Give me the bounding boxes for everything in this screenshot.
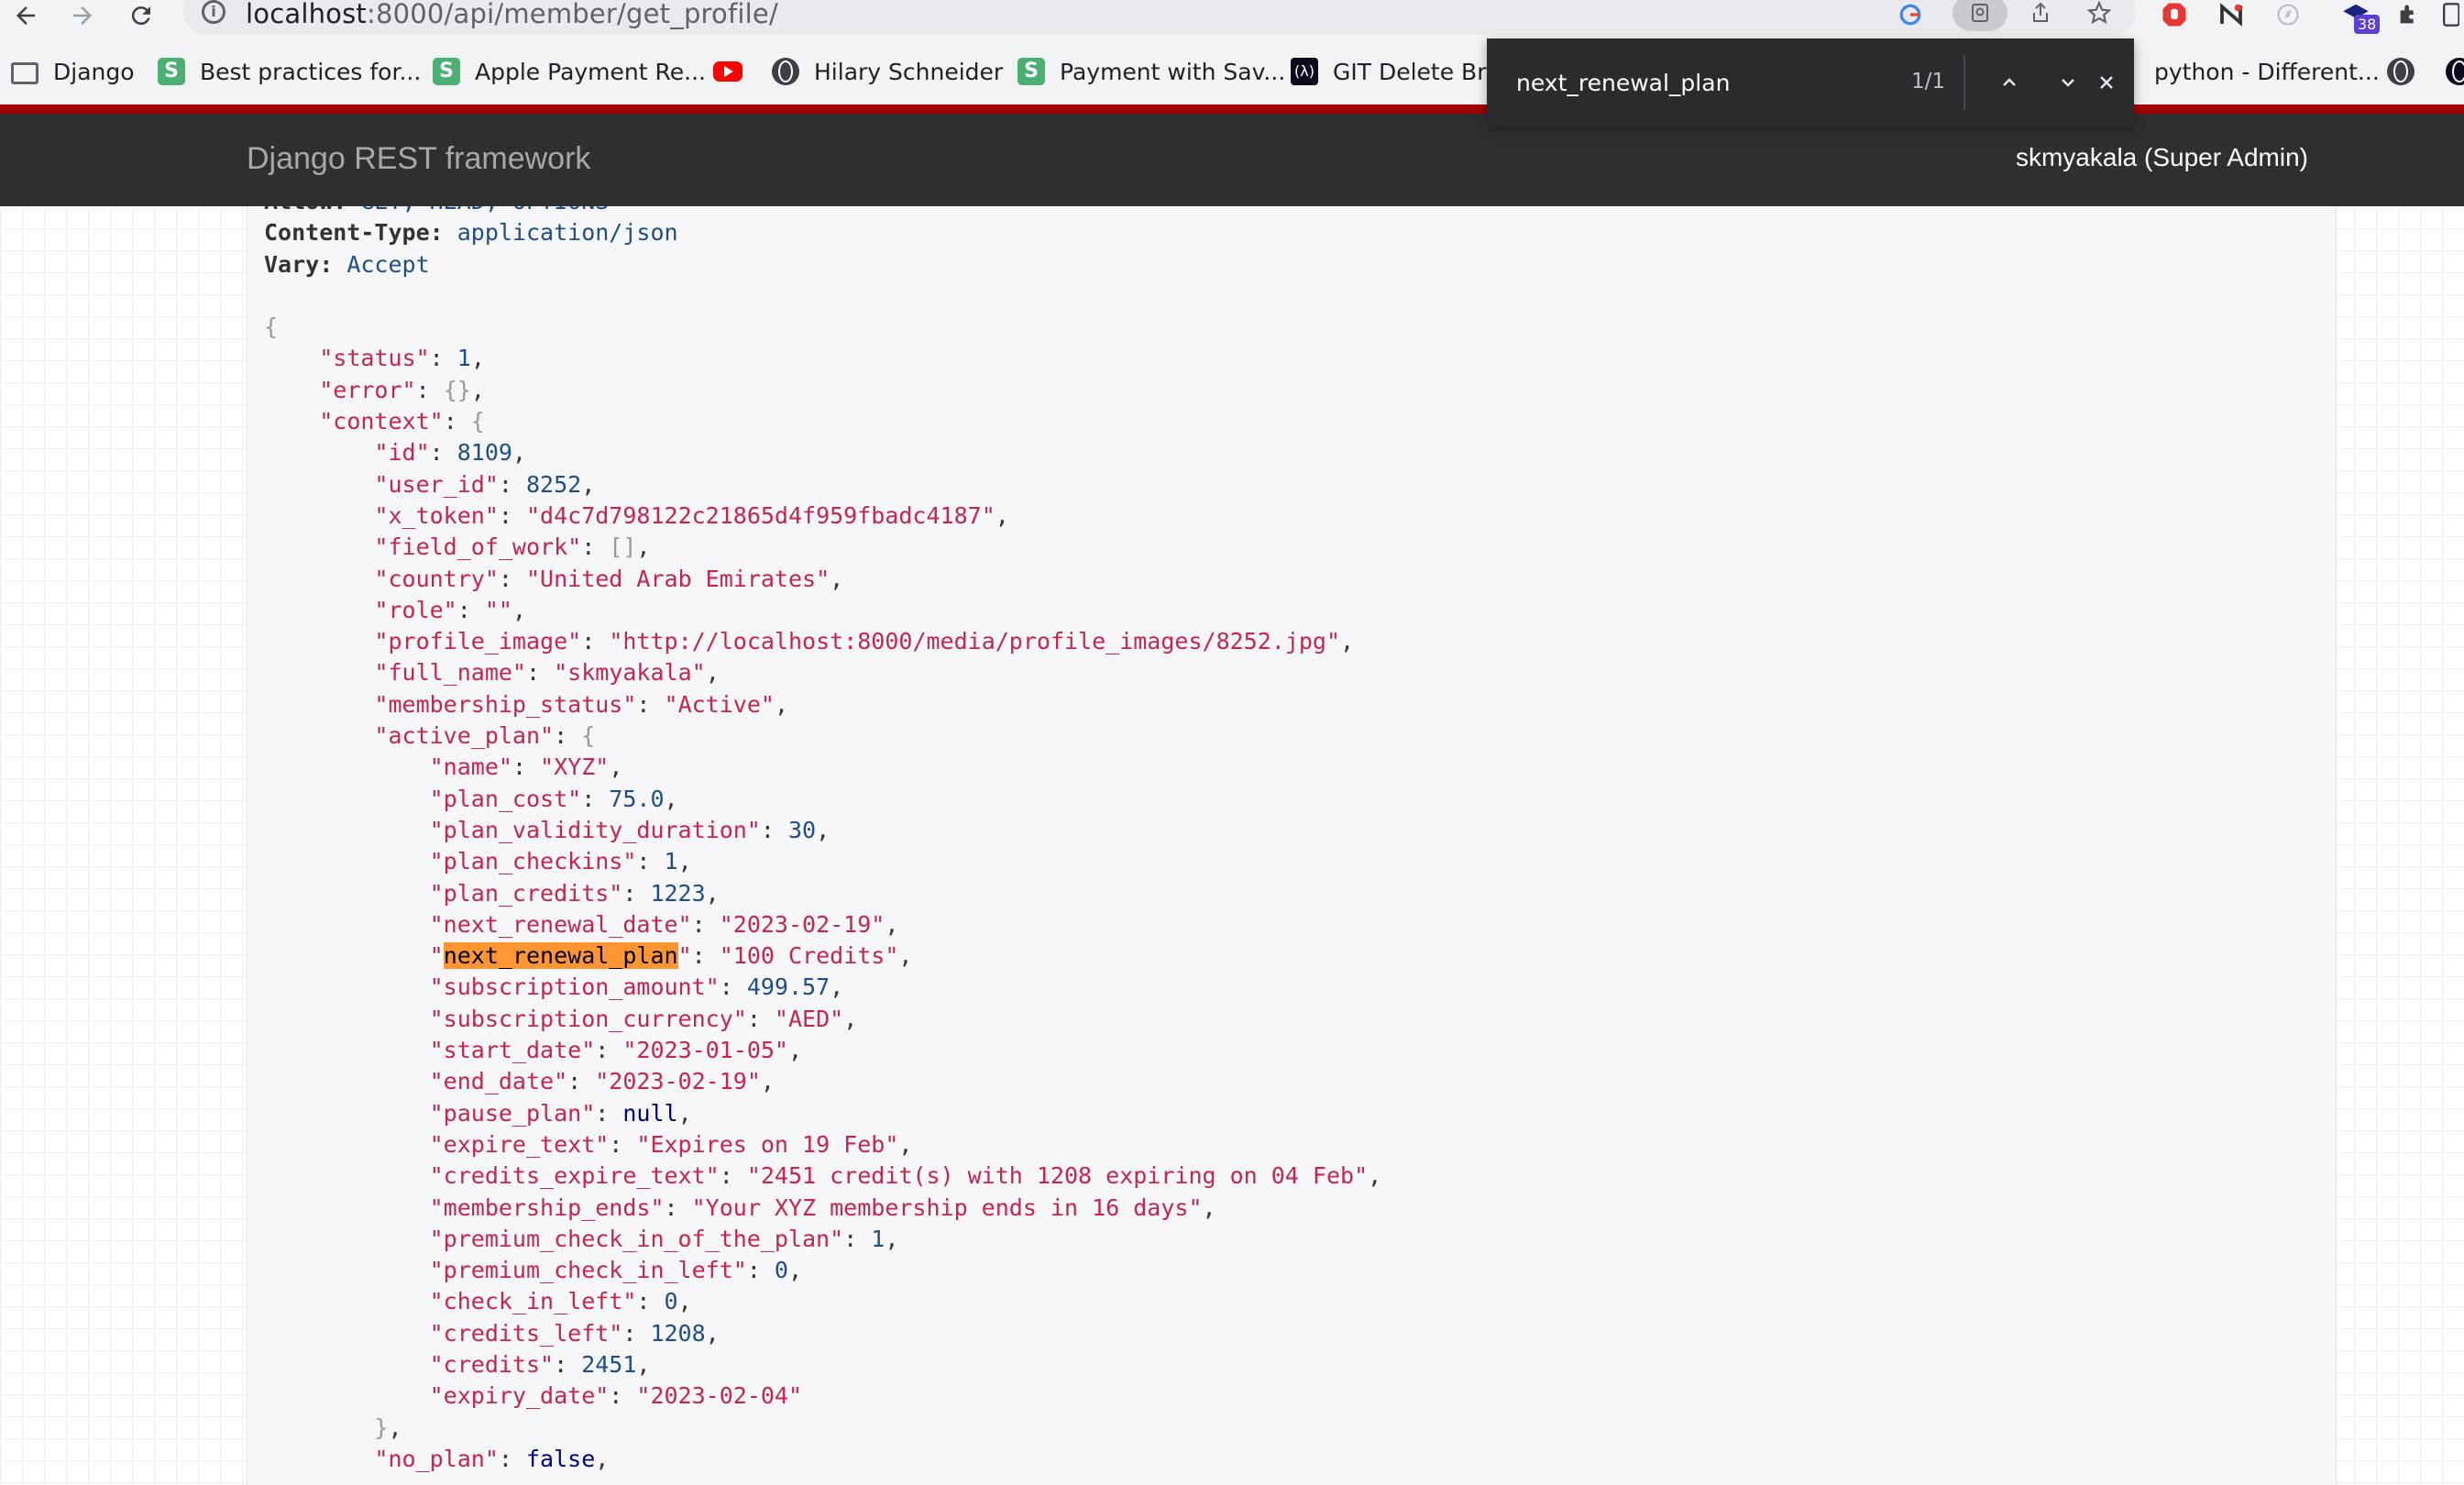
response-body: Allow: GET, HEAD, OPTIONS Content-Type: a… [264, 206, 1381, 1475]
folder-icon [11, 62, 38, 84]
youtube-icon [713, 61, 742, 82]
bookmark-apple-payment[interactable]: S Apple Payment Re... [433, 55, 706, 88]
browser-toolbar: i localhost:8000/api/member/get_profile/… [0, 0, 2464, 38]
chevron-up-icon [2003, 78, 2016, 86]
git-icon: (λ) [1291, 58, 1318, 85]
find-divider [1964, 55, 1965, 110]
bookmark-payment-with-sav[interactable]: S Payment with Sav... [1018, 55, 1285, 88]
bookmark-globe[interactable] [2387, 55, 2429, 88]
bookmark-best-practices[interactable]: S Best practices for... [158, 55, 421, 88]
chevron-down-icon [2062, 79, 2074, 87]
url-text: localhost:8000/api/member/get_profile/ [246, 0, 778, 29]
find-previous-button[interactable] [1989, 62, 2030, 103]
extension-n-icon[interactable] [2211, 0, 2251, 29]
bookmark-python-different[interactable]: python - Different... [2154, 55, 2380, 88]
sidebar-panel-icon[interactable] [2435, 0, 2464, 29]
globe-icon [2446, 58, 2464, 85]
close-icon [2100, 76, 2113, 89]
address-bar[interactable]: i localhost:8000/api/member/get_profile/ [183, 0, 2136, 35]
share-icon[interactable] [2020, 0, 2061, 28]
find-match-count: 1/1 [1910, 70, 1945, 94]
bookmark-django[interactable]: Django [11, 55, 135, 88]
graduation-extension-icon[interactable]: 38 [2336, 0, 2381, 34]
star-bookmark-icon[interactable] [2079, 0, 2119, 28]
back-arrow-icon[interactable] [4, 0, 48, 31]
bookmark-youtube[interactable] [713, 55, 757, 88]
puzzle-extensions-icon[interactable] [2389, 0, 2429, 29]
find-page-icon[interactable] [1952, 0, 2008, 31]
s-icon: S [1018, 58, 1045, 85]
response-panel: Allow: GET, HEAD, OPTIONS Content-Type: a… [247, 206, 2337, 1485]
header-line: Vary: Accept [264, 250, 430, 278]
brand-link[interactable]: Django REST framework [247, 141, 590, 177]
reload-icon[interactable] [119, 0, 163, 31]
s-icon: S [158, 58, 185, 85]
header-line: Allow: GET, HEAD, OPTIONS [264, 206, 1381, 217]
drf-navbar: Django REST framework skmyakala (Super A… [0, 114, 2464, 206]
globe-icon [2387, 58, 2414, 85]
find-next-button[interactable] [2048, 62, 2088, 103]
forward-arrow-icon[interactable] [60, 0, 104, 31]
user-menu[interactable]: skmyakala (Super Admin) [2016, 143, 2308, 172]
find-close-button[interactable] [2086, 62, 2127, 103]
find-highlight: next_renewal_plan [443, 942, 678, 970]
s-icon: S [433, 58, 460, 85]
compass-extension-icon[interactable] [2268, 0, 2308, 29]
google-lens-icon[interactable] [1890, 0, 1930, 29]
find-bar: 1/1 [1487, 38, 2134, 126]
header-line: Content-Type: application/json [264, 219, 678, 247]
globe-icon [772, 58, 799, 85]
bookmark-hilary-schneider[interactable]: Hilary Schneider [772, 55, 1003, 88]
bookmark-overflow[interactable] [2446, 55, 2464, 88]
bookmark-git-delete[interactable]: (λ) GIT Delete Bra [1291, 55, 1501, 88]
adblock-extension-icon[interactable] [2154, 0, 2194, 29]
find-input[interactable] [1516, 64, 1846, 101]
site-info-icon[interactable]: i [202, 0, 226, 24]
extension-badge: 38 [2354, 15, 2381, 34]
